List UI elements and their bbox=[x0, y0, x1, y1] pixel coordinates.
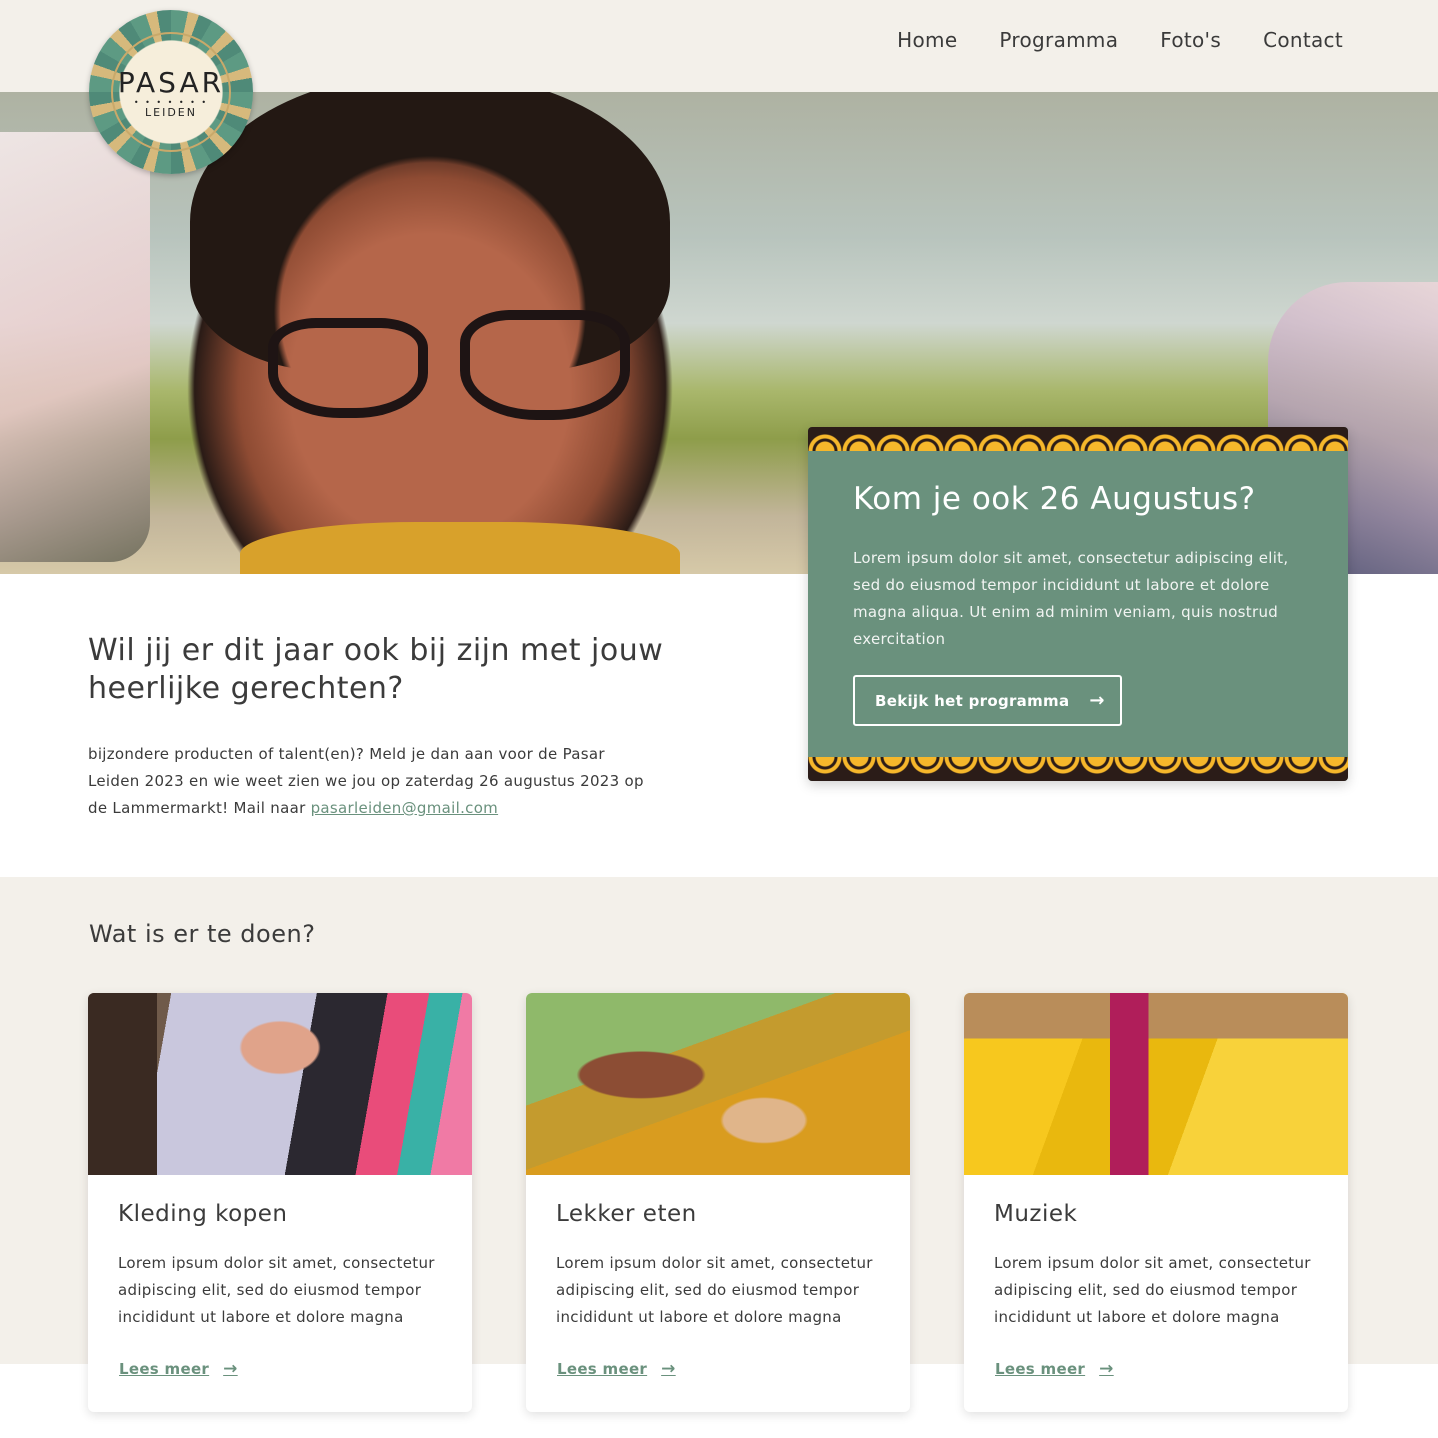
read-more-link[interactable]: Lees meer → bbox=[995, 1359, 1114, 1379]
nav-home[interactable]: Home bbox=[897, 28, 957, 52]
hero-glasses-left bbox=[268, 318, 428, 418]
arrow-right-icon: → bbox=[1089, 690, 1105, 711]
logo-title: PASAR bbox=[117, 66, 225, 99]
card-title: Lekker eten bbox=[556, 1201, 697, 1227]
email-link[interactable]: pasarleiden@gmail.com bbox=[311, 799, 498, 817]
main-nav: Home Programma Foto's Contact bbox=[897, 28, 1343, 52]
card-food[interactable]: Lekker eten Lorem ipsum dolor sit amet, … bbox=[526, 993, 910, 1412]
nav-fotos[interactable]: Foto's bbox=[1160, 28, 1221, 52]
nav-contact[interactable]: Contact bbox=[1263, 28, 1343, 52]
card-text: Lorem ipsum dolor sit amet, consectetur … bbox=[994, 1254, 1311, 1326]
card-text: Lorem ipsum dolor sit amet, consectetur … bbox=[118, 1254, 435, 1326]
batik-pattern-bottom bbox=[808, 757, 1348, 781]
card-title: Kleding kopen bbox=[118, 1201, 288, 1227]
read-more-link[interactable]: Lees meer → bbox=[557, 1359, 676, 1379]
read-more-label: Lees meer bbox=[119, 1360, 210, 1378]
arrow-right-icon: → bbox=[661, 1359, 676, 1379]
card-music[interactable]: Muziek Lorem ipsum dolor sit amet, conse… bbox=[964, 993, 1348, 1412]
view-program-label: Bekijk het programma bbox=[875, 691, 1070, 710]
clothing-image bbox=[88, 993, 472, 1175]
arrow-right-icon: → bbox=[1099, 1359, 1114, 1379]
view-program-button[interactable]: Bekijk het programma → bbox=[853, 675, 1122, 726]
intro-text: bijzondere producten of talent(en)? Meld… bbox=[88, 741, 648, 822]
card-title: Muziek bbox=[994, 1201, 1078, 1227]
read-more-label: Lees meer bbox=[557, 1360, 648, 1378]
food-image bbox=[526, 993, 910, 1175]
card-text: Lorem ipsum dolor sit amet, consectetur … bbox=[556, 1254, 873, 1326]
logo-subtitle: LEIDEN bbox=[145, 106, 197, 119]
event-title: Kom je ook 26 Augustus? bbox=[853, 481, 1256, 517]
read-more-link[interactable]: Lees meer → bbox=[119, 1359, 238, 1379]
music-image bbox=[964, 993, 1348, 1175]
batik-pattern-top bbox=[808, 427, 1348, 451]
event-text: Lorem ipsum dolor sit amet, consectetur … bbox=[853, 549, 1289, 648]
event-card: Kom je ook 26 Augustus? Lorem ipsum dolo… bbox=[808, 427, 1348, 781]
intro-title: Wil jij er dit jaar ook bij zijn met jou… bbox=[88, 633, 664, 706]
hero-glasses-right bbox=[460, 310, 630, 420]
nav-programma[interactable]: Programma bbox=[999, 28, 1118, 52]
hero-shirt bbox=[240, 522, 680, 574]
card-clothing[interactable]: Kleding kopen Lorem ipsum dolor sit amet… bbox=[88, 993, 472, 1412]
site-logo[interactable]: PASAR • • • • • • • LEIDEN bbox=[89, 10, 253, 174]
read-more-label: Lees meer bbox=[995, 1360, 1086, 1378]
activities-title: Wat is er te doen? bbox=[89, 920, 316, 948]
arrow-right-icon: → bbox=[223, 1359, 238, 1379]
hero-bg-person-left bbox=[0, 132, 150, 562]
